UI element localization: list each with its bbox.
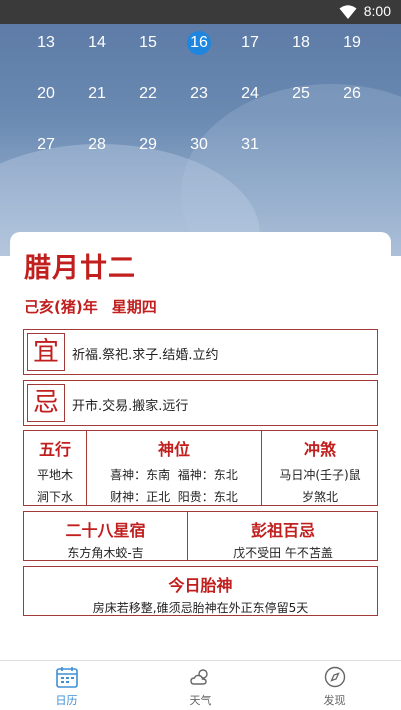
yi-text: 祈福.祭祀.求子.结婚.立约 [72, 348, 219, 363]
weather-icon [190, 669, 208, 685]
chongsha-line2: 岁煞北 [301, 490, 338, 504]
calendar-day[interactable]: 21 [77, 81, 117, 107]
calendar-day[interactable]: 15 [128, 30, 168, 56]
calendar-day[interactable]: 25 [281, 81, 321, 107]
xingxiu-text: 东方角木蛟-吉 [67, 546, 144, 560]
wuxing-title: 五行 [38, 440, 71, 459]
calendar-day[interactable]: 26 [332, 81, 372, 107]
calendar-day[interactable]: 31 [230, 132, 270, 158]
calendar-day[interactable]: 18 [281, 30, 321, 56]
ganzhi-line: 己亥(猪)年 星期四 [24, 296, 171, 317]
calendar-day[interactable]: 19 [332, 30, 372, 56]
wuxing-line2: 涧下水 [36, 490, 73, 504]
calendar-day[interactable]: 24 [230, 81, 270, 107]
tab-calendar-label: 日历 [55, 694, 78, 707]
lunar-date: 腊月廿二 [24, 253, 136, 284]
background-mist [181, 84, 401, 256]
xingxiu-pengzu-box: 二十八星宿 东方角木蛟-吉 彭祖百忌 戊不受田 午不苫盖 [23, 511, 378, 561]
xingxiu-title: 二十八星宿 [65, 521, 146, 540]
year-ganzhi: 己亥(猪)年 [24, 298, 98, 316]
shenwei-cell: 神位 喜神：东南 福神：东北 财神：正北 阳贵：东北 [87, 431, 262, 505]
pengzu-title: 彭祖百忌 [250, 521, 315, 540]
wifi-icon [339, 5, 357, 19]
compass-icon [324, 666, 346, 688]
tab-discover[interactable]: 发现 [268, 661, 401, 710]
chongsha-cell: 冲煞 马日冲(壬子)鼠 岁煞北 [262, 431, 378, 505]
xingxiu-cell: 二十八星宿 东方角木蛟-吉 [24, 512, 188, 560]
calendar-day[interactable]: 27 [26, 132, 66, 158]
tab-weather[interactable]: 天气 [134, 661, 267, 710]
calendar-day[interactable]: 13 [26, 30, 66, 56]
bottom-tab-bar: 日历 天气 发现 [0, 660, 401, 710]
calendar-day[interactable]: 30 [179, 132, 219, 158]
calendar-day[interactable]: 20 [26, 81, 66, 107]
calendar-day-today[interactable]: 16 [179, 30, 219, 56]
ji-box: 忌 开市.交易.搬家.远行 [23, 380, 378, 426]
ji-text: 开市.交易.搬家.远行 [72, 399, 189, 414]
wuxing-line1: 平地木 [36, 468, 73, 482]
almanac-card: 腊月廿二 己亥(猪)年 星期四 宜 祈福.祭祀.求子.结婚.立约 忌 开市.交易.… [10, 232, 391, 628]
calendar-icon [56, 667, 78, 688]
pengzu-cell: 彭祖百忌 戊不受田 午不苫盖 [188, 512, 378, 560]
calendar-day[interactable]: 14 [77, 30, 117, 56]
wuxing-cell: 五行 平地木 涧下水 [24, 431, 87, 505]
shenwei-line2: 财神：正北 阳贵：东北 [110, 490, 238, 504]
taishen-text: 房床若移整,碓须忌胎神在外正东停留5天 [92, 601, 309, 615]
weekday: 星期四 [111, 298, 157, 316]
taishen-title: 今日胎神 [168, 576, 233, 595]
calendar-day[interactable]: 22 [128, 81, 168, 107]
taishen-box: 今日胎神 房床若移整,碓须忌胎神在外正东停留5天 [23, 566, 378, 616]
yi-icon: 宜 [27, 333, 65, 371]
calendar-day[interactable]: 23 [179, 81, 219, 107]
tab-weather-label: 天气 [189, 694, 212, 707]
pengzu-text: 戊不受田 午不苫盖 [233, 546, 333, 560]
ji-icon: 忌 [27, 384, 65, 422]
tab-calendar[interactable]: 日历 [0, 661, 133, 710]
shenwei-line1: 喜神：东南 福神：东北 [110, 468, 238, 482]
status-time: 8:00 [363, 3, 391, 19]
calendar-day[interactable]: 17 [230, 30, 270, 56]
calendar-day[interactable]: 29 [128, 132, 168, 158]
status-bar: 8:00 [0, 0, 401, 24]
shenwei-title: 神位 [157, 440, 190, 459]
chongsha-title: 冲煞 [303, 440, 336, 459]
tab-discover-label: 发现 [323, 694, 346, 707]
chongsha-line1: 马日冲(壬子)鼠 [279, 468, 361, 482]
wuxing-shenwei-chongsha-box: 五行 平地木 涧下水 神位 喜神：东南 福神：东北 财神：正北 阳贵：东北 冲煞… [23, 430, 378, 506]
yi-box: 宜 祈福.祭祀.求子.结婚.立约 [23, 329, 378, 375]
calendar-day[interactable]: 28 [77, 132, 117, 158]
